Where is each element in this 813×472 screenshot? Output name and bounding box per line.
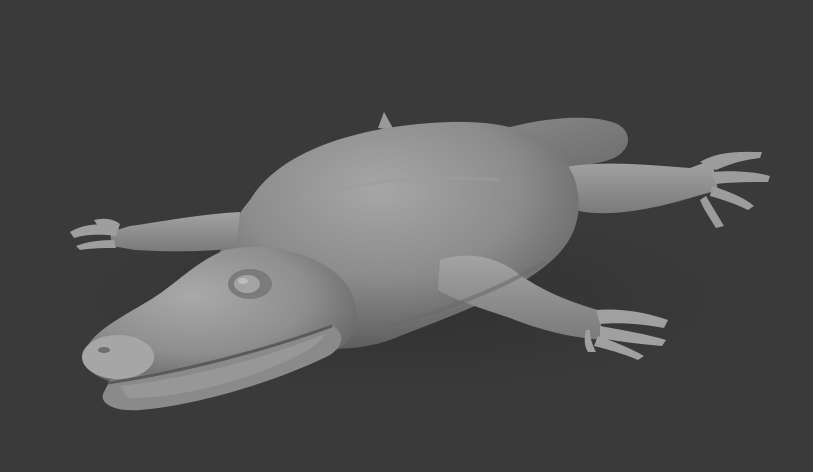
snout bbox=[82, 335, 154, 379]
eye bbox=[234, 275, 260, 293]
back-spike bbox=[378, 112, 394, 130]
3d-viewport[interactable] bbox=[0, 0, 813, 472]
rear-right-leg bbox=[560, 160, 718, 214]
front-left-foot bbox=[70, 218, 120, 250]
eye-highlight bbox=[238, 278, 248, 284]
front-left-leg bbox=[110, 212, 240, 252]
nostril bbox=[98, 347, 110, 353]
sculpt-render bbox=[70, 112, 770, 411]
